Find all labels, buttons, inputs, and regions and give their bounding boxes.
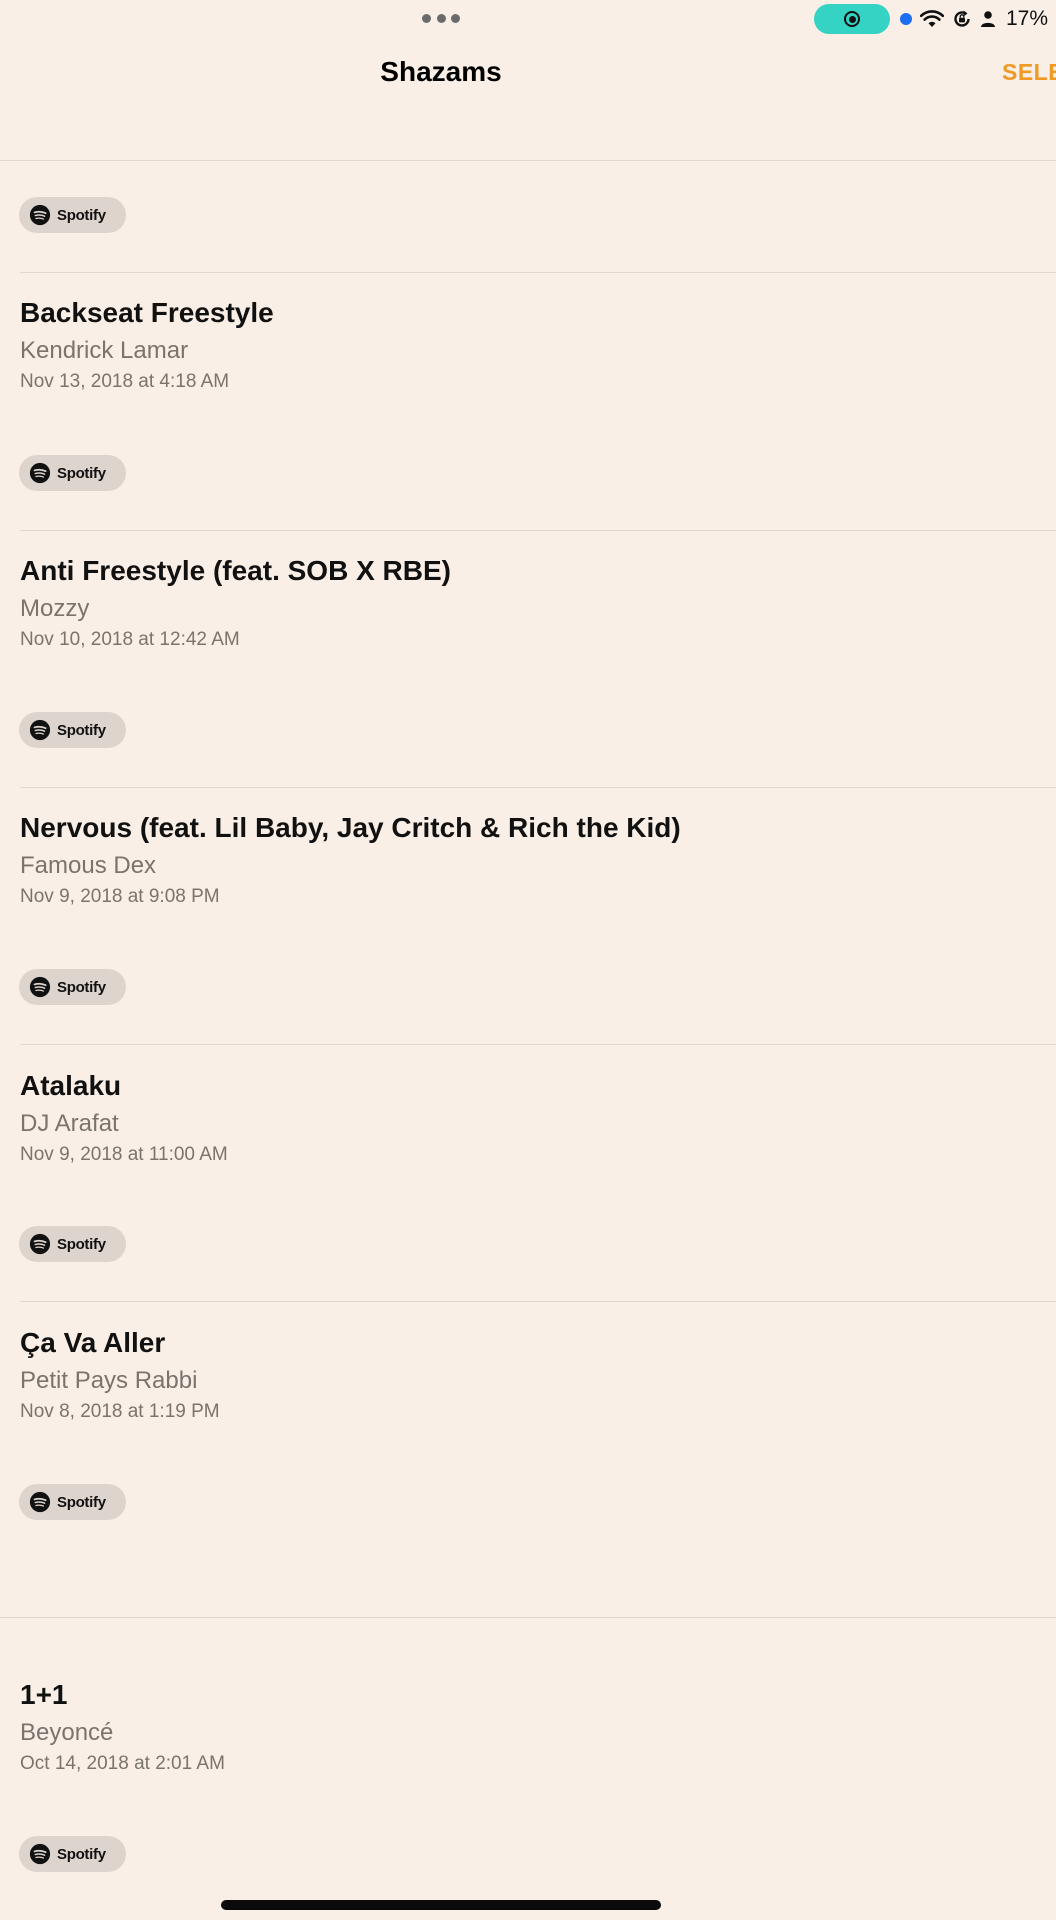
spotify-label: Spotify (57, 464, 106, 482)
track-date: Nov 9, 2018 at 11:00 AM (20, 1144, 228, 1165)
divider (20, 1044, 1056, 1045)
wifi-icon (920, 10, 944, 27)
track-date: Nov 9, 2018 at 9:08 PM (20, 886, 220, 907)
open-in-spotify-button[interactable]: Spotify (19, 197, 126, 233)
battery-percent: 17% (1006, 7, 1049, 30)
track-title: Nervous (feat. Lil Baby, Jay Critch & Ri… (20, 812, 681, 843)
open-in-spotify-button[interactable]: Spotify (19, 969, 126, 1005)
spotify-logo-icon (29, 1491, 51, 1513)
spotify-label: Spotify (57, 206, 106, 224)
spotify-label: Spotify (57, 1235, 106, 1253)
spotify-logo-icon (29, 976, 51, 998)
spotify-logo-icon (29, 1843, 51, 1865)
open-in-spotify-button[interactable]: Spotify (19, 1484, 126, 1520)
spotify-label: Spotify (57, 978, 106, 996)
spotify-logo-icon (29, 719, 51, 741)
divider (20, 787, 1056, 788)
track-title: Anti Freestyle (feat. SOB X RBE) (20, 555, 451, 586)
list-item[interactable]: Anti Freestyle (feat. SOB X RBE) Mozzy N… (20, 555, 1056, 755)
open-in-spotify-button[interactable]: Spotify (19, 712, 126, 748)
spotify-logo-icon (29, 462, 51, 484)
track-date: Oct 14, 2018 at 2:01 AM (20, 1753, 225, 1774)
track-title: 1+1 (20, 1679, 68, 1710)
track-title: Atalaku (20, 1070, 122, 1101)
list-item[interactable]: Atalaku DJ Arafat Nov 9, 2018 at 11:00 A… (20, 1070, 1056, 1270)
select-button[interactable]: SELE (1002, 59, 1056, 86)
divider (20, 272, 1056, 273)
open-in-spotify-button[interactable]: Spotify (19, 1836, 126, 1872)
screen-recording-indicator[interactable] (814, 4, 890, 34)
track-artist: Beyoncé (20, 1719, 114, 1746)
multitasking-dots-icon[interactable] (422, 13, 460, 23)
track-artist: Petit Pays Rabbi (20, 1367, 198, 1394)
orientation-lock-icon (954, 10, 970, 27)
record-icon (844, 11, 860, 27)
divider (20, 1301, 1056, 1302)
home-indicator[interactable] (221, 1900, 661, 1910)
page-title: Shazams (380, 56, 502, 87)
track-title: Backseat Freestyle (20, 297, 274, 328)
list-item[interactable]: Nervous (feat. Lil Baby, Jay Critch & Ri… (20, 812, 1056, 1012)
status-icons: 17% (900, 6, 1056, 32)
list-item[interactable]: Backseat Freestyle Kendrick Lamar Nov 13… (20, 297, 1056, 497)
divider (20, 530, 1056, 531)
track-artist: DJ Arafat (20, 1110, 119, 1137)
spotify-logo-icon (29, 204, 51, 226)
track-date: Nov 10, 2018 at 12:42 AM (20, 629, 240, 650)
track-date: Nov 8, 2018 at 1:19 PM (20, 1401, 220, 1422)
list-item[interactable]: 1+1 Beyoncé Oct 14, 2018 at 2:01 AM (20, 1679, 1056, 1879)
spotify-label: Spotify (57, 1845, 106, 1863)
section-divider (0, 1617, 1056, 1618)
open-in-spotify-button[interactable]: Spotify (19, 455, 126, 491)
open-in-spotify-button[interactable]: Spotify (19, 1226, 126, 1262)
divider (0, 160, 1056, 161)
spotify-logo-icon (29, 1233, 51, 1255)
spotify-label: Spotify (57, 721, 106, 739)
person-icon (981, 11, 995, 27)
track-date: Nov 13, 2018 at 4:18 AM (20, 371, 230, 392)
track-artist: Kendrick Lamar (20, 337, 189, 364)
location-indicator-icon (900, 13, 912, 25)
track-title: Ça Va Aller (20, 1327, 166, 1358)
spotify-label: Spotify (57, 1493, 106, 1511)
list-item[interactable]: Ça Va Aller Petit Pays Rabbi Nov 8, 2018… (20, 1327, 1056, 1527)
track-artist: Famous Dex (20, 852, 157, 879)
track-artist: Mozzy (20, 595, 90, 622)
